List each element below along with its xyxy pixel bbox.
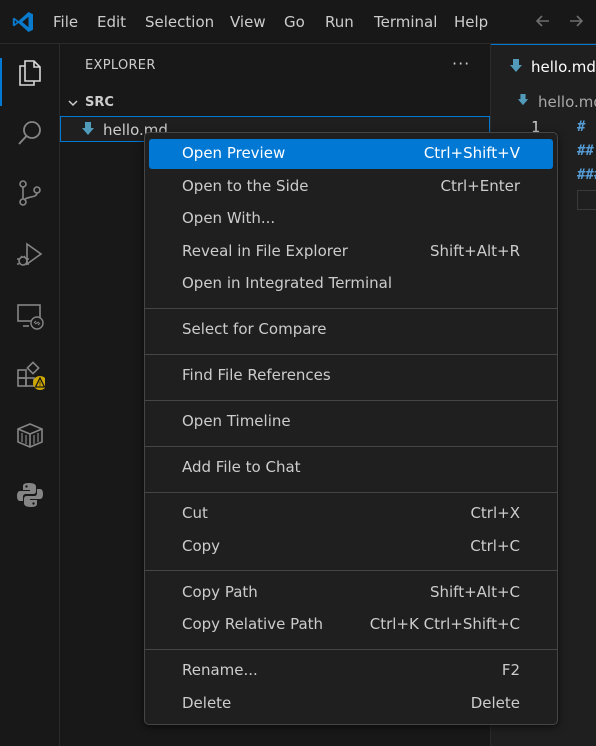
more-actions-button[interactable]: ···: [452, 54, 470, 73]
python-icon[interactable]: [15, 480, 45, 510]
menu-separator: [145, 492, 557, 493]
menu-item-shortcut: F2: [501, 661, 520, 679]
extensions-icon[interactable]: !: [15, 361, 45, 391]
menu-item-cut[interactable]: Cut Ctrl+X: [149, 499, 553, 529]
markdown-file-icon: [82, 122, 94, 135]
search-icon[interactable]: [15, 118, 45, 148]
context-menu: Open Preview Ctrl+Shift+V Open to the Side…: [144, 132, 558, 725]
menu-item-select-for-compare[interactable]: Select for Compare: [149, 315, 553, 345]
menu-item-label: Copy Relative Path: [182, 615, 324, 633]
menu-item-shortcut: Shift+Alt+C: [429, 583, 520, 601]
menu-item-label: Open Timeline: [182, 412, 291, 430]
menu-edit[interactable]: Edit: [97, 13, 126, 31]
folder-label: SRC: [85, 95, 114, 110]
activity-bar: !: [0, 44, 60, 746]
menu-item-copy[interactable]: Copy Ctrl+C: [149, 532, 553, 562]
tab-hello-md[interactable]: hello.md: [491, 44, 596, 88]
menu-item-label: Open to the Side: [182, 177, 309, 195]
forward-arrow-icon[interactable]: [566, 11, 586, 31]
menu-separator: [145, 649, 557, 650]
menu-item-find-file-references[interactable]: Find File References: [149, 361, 553, 391]
menu-terminal[interactable]: Terminal: [374, 13, 437, 31]
menu-separator: [145, 354, 557, 355]
remote-explorer-icon[interactable]: [15, 301, 45, 331]
menu-item-label: Open With...: [182, 209, 276, 227]
menu-item-label: Select for Compare: [182, 320, 327, 338]
back-arrow-icon[interactable]: [533, 11, 553, 31]
tab-label: hello.md: [531, 58, 596, 76]
breadcrumb-label: hello.md: [538, 93, 596, 111]
code-line-2[interactable]: ##: [577, 143, 594, 159]
menu-item-rename[interactable]: Rename... F2: [149, 656, 553, 686]
menu-item-label: Rename...: [182, 661, 258, 679]
active-indicator: [0, 58, 2, 106]
menu-item-copy-relative-path[interactable]: Copy Relative Path Ctrl+K Ctrl+Shift+C: [149, 610, 553, 640]
menu-item-open-with[interactable]: Open With...: [149, 204, 553, 234]
markdown-file-icon: [510, 59, 522, 72]
menu-item-label: Add File to Chat: [182, 458, 301, 476]
menu-item-open-in-integrated-terminal[interactable]: Open in Integrated Terminal: [149, 269, 553, 299]
menu-go[interactable]: Go: [284, 13, 305, 31]
menu-help[interactable]: Help: [454, 13, 488, 31]
menu-item-label: Find File References: [182, 366, 331, 384]
menu-item-add-file-to-chat[interactable]: Add File to Chat: [149, 453, 553, 483]
explorer-title: EXPLORER: [85, 58, 156, 73]
menu-item-label: Open in Integrated Terminal: [182, 274, 392, 292]
cursor-line-box: [577, 190, 596, 210]
menu-separator: [145, 570, 557, 571]
code-line-1[interactable]: #: [577, 119, 585, 135]
menu-item-shortcut: Delete: [470, 694, 520, 712]
menu-file[interactable]: File: [53, 13, 78, 31]
menu-separator: [145, 446, 557, 447]
menu-item-shortcut: Ctrl+Enter: [440, 177, 520, 195]
source-control-icon[interactable]: [15, 178, 45, 208]
menu-item-shortcut: Ctrl+X: [470, 504, 520, 522]
menu-item-open-timeline[interactable]: Open Timeline: [149, 407, 553, 437]
warning-badge: !: [39, 382, 41, 388]
run-debug-icon[interactable]: [15, 240, 45, 270]
menu-item-reveal-in-file-explorer[interactable]: Reveal in File Explorer Shift+Alt+R: [149, 237, 553, 267]
menu-item-label: Copy: [182, 537, 221, 555]
chevron-down-icon: [68, 100, 78, 107]
menu-item-label: Open Preview: [182, 144, 286, 162]
explorer-icon[interactable]: [15, 57, 45, 87]
menu-item-shortcut: Ctrl+Shift+V: [423, 144, 520, 162]
folder-src[interactable]: SRC: [60, 92, 490, 116]
menu-separator: [145, 308, 557, 309]
title-bar: File Edit Selection View Go Run Terminal…: [0, 0, 596, 44]
menu-view[interactable]: View: [230, 13, 266, 31]
menu-item-copy-path[interactable]: Copy Path Shift+Alt+C: [149, 578, 553, 608]
code-line-3[interactable]: ###: [577, 167, 596, 183]
menu-item-shortcut: Shift+Alt+R: [430, 242, 520, 260]
menu-item-shortcut: Ctrl+K Ctrl+Shift+C: [369, 615, 520, 633]
menu-item-open-to-the-side[interactable]: Open to the Side Ctrl+Enter: [149, 172, 553, 202]
menu-item-label: Copy Path: [182, 583, 258, 601]
containers-icon[interactable]: [15, 420, 45, 450]
menu-item-delete[interactable]: Delete Delete: [149, 689, 553, 719]
vscode-logo-icon[interactable]: [11, 10, 35, 34]
markdown-file-icon: [517, 94, 529, 106]
menu-item-shortcut: Ctrl+C: [470, 537, 520, 555]
menu-item-label: Cut: [182, 504, 208, 522]
menu-selection[interactable]: Selection: [145, 13, 214, 31]
menu-item-label: Delete: [182, 694, 232, 712]
tab-bar: hello.md: [491, 44, 596, 88]
menu-item-open-preview[interactable]: Open Preview Ctrl+Shift+V: [149, 139, 553, 169]
menu-separator: [145, 400, 557, 401]
breadcrumb[interactable]: hello.md: [491, 88, 596, 114]
menu-item-label: Reveal in File Explorer: [182, 242, 348, 260]
menu-run[interactable]: Run: [325, 13, 354, 31]
